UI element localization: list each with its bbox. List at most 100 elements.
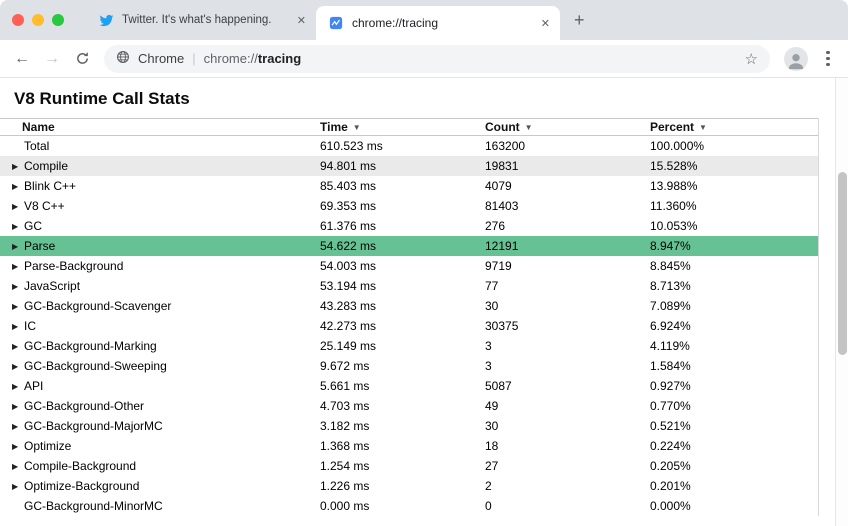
cell-name: IC	[24, 319, 36, 333]
cell-count: 3	[485, 339, 650, 353]
site-name: Chrome	[138, 51, 184, 66]
table-row[interactable]: ▶ Blink C++ 85.403 ms 4079 13.988%	[0, 176, 818, 196]
close-window-button[interactable]	[12, 14, 24, 26]
profile-avatar[interactable]	[784, 47, 808, 71]
cell-time: 5.661 ms	[320, 379, 485, 393]
cell-percent: 0.201%	[650, 479, 818, 493]
table-row[interactable]: Total 610.523 ms 163200 100.000%	[0, 136, 818, 156]
tab-tracing[interactable]: chrome://tracing ✕	[316, 6, 560, 40]
cell-count: 3	[485, 359, 650, 373]
cell-time: 43.283 ms	[320, 299, 485, 313]
table-row[interactable]: ▶ GC-Background-Sweeping 9.672 ms 3 1.58…	[0, 356, 818, 376]
column-header-count[interactable]: Count ▼	[485, 120, 650, 134]
cell-time: 25.149 ms	[320, 339, 485, 353]
expander-icon[interactable]: ▶	[12, 362, 24, 371]
cell-count: 27	[485, 459, 650, 473]
expander-icon[interactable]: ▶	[12, 222, 24, 231]
cell-name: V8 C++	[24, 199, 65, 213]
cell-count: 77	[485, 279, 650, 293]
close-tab-icon[interactable]: ✕	[297, 14, 306, 27]
expander-icon[interactable]: ▶	[12, 282, 24, 291]
cell-percent: 10.053%	[650, 219, 818, 233]
cell-time: 94.801 ms	[320, 159, 485, 173]
close-tab-icon[interactable]: ✕	[541, 17, 550, 30]
expander-icon[interactable]: ▶	[12, 342, 24, 351]
table-row[interactable]: ▶ GC-Background-Other 4.703 ms 49 0.770%	[0, 396, 818, 416]
table-row[interactable]: ▶ GC 61.376 ms 276 10.053%	[0, 216, 818, 236]
back-button[interactable]: ←	[8, 45, 36, 73]
table-row[interactable]: ▶ IC 42.273 ms 30375 6.924%	[0, 316, 818, 336]
expander-icon[interactable]: ▶	[12, 302, 24, 311]
table-row[interactable]: ▶ Compile-Background 1.254 ms 27 0.205%	[0, 456, 818, 476]
expander-icon[interactable]: ▶	[12, 162, 24, 171]
expander-icon[interactable]: ▶	[12, 402, 24, 411]
expander-icon[interactable]: ▶	[12, 322, 24, 331]
cell-time: 54.003 ms	[320, 259, 485, 273]
table-row[interactable]: ▶ Parse-Background 54.003 ms 9719 8.845%	[0, 256, 818, 276]
url-host: tracing	[258, 51, 301, 66]
table-row[interactable]: ▶ Optimize 1.368 ms 18 0.224%	[0, 436, 818, 456]
expander-icon[interactable]: ▶	[12, 202, 24, 211]
page-scrollbar[interactable]	[835, 78, 848, 526]
cell-name: GC-Background-MinorMC	[24, 499, 163, 513]
expander-icon[interactable]: ▶	[12, 262, 24, 271]
tab-strip: Twitter. It's what's happening. ✕ chrome…	[0, 0, 848, 40]
cell-percent: 8.713%	[650, 279, 818, 293]
cell-percent: 0.224%	[650, 439, 818, 453]
cell-name: JavaScript	[24, 279, 80, 293]
address-bar[interactable]: Chrome | chrome://tracing ☆	[104, 45, 770, 73]
cell-percent: 0.205%	[650, 459, 818, 473]
bookmark-star-icon[interactable]: ☆	[745, 50, 758, 68]
cell-percent: 0.927%	[650, 379, 818, 393]
zoom-window-button[interactable]	[52, 14, 64, 26]
table-row[interactable]: ▶ Optimize-Background 1.226 ms 2 0.201%	[0, 476, 818, 496]
browser-toolbar: ← → Chrome | chrome://tracing ☆	[0, 40, 848, 78]
expander-icon[interactable]: ▶	[12, 442, 24, 451]
menu-icon[interactable]	[816, 47, 840, 71]
table-row[interactable]: ▶ GC-Background-Marking 25.149 ms 3 4.11…	[0, 336, 818, 356]
stats-table: Name Time ▼ Count ▼ Percent ▼ Total	[0, 118, 819, 516]
cell-time: 4.703 ms	[320, 399, 485, 413]
column-label: Time	[320, 120, 348, 134]
expander-icon[interactable]: ▶	[12, 242, 24, 251]
cell-percent: 15.528%	[650, 159, 818, 173]
expander-icon[interactable]: ▶	[12, 422, 24, 431]
table-row[interactable]: GC-Background-MinorMC 0.000 ms 0 0.000%	[0, 496, 818, 516]
cell-name: GC-Background-Sweeping	[24, 359, 167, 373]
table-row[interactable]: ▶ Compile 94.801 ms 19831 15.528%	[0, 156, 818, 176]
tab-title: chrome://tracing	[352, 16, 533, 30]
cell-name: Optimize-Background	[24, 479, 139, 493]
cell-name: GC-Background-Other	[24, 399, 144, 413]
table-row[interactable]: ▶ GC-Background-MajorMC 3.182 ms 30 0.52…	[0, 416, 818, 436]
cell-time: 42.273 ms	[320, 319, 485, 333]
window-controls	[12, 0, 64, 40]
cell-percent: 0.770%	[650, 399, 818, 413]
sort-desc-icon: ▼	[525, 123, 533, 132]
expander-icon[interactable]: ▶	[12, 182, 24, 191]
cell-percent: 7.089%	[650, 299, 818, 313]
expander-icon[interactable]: ▶	[12, 462, 24, 471]
cell-percent: 100.000%	[650, 139, 818, 153]
forward-button[interactable]: →	[38, 45, 66, 73]
cell-time: 9.672 ms	[320, 359, 485, 373]
minimize-window-button[interactable]	[32, 14, 44, 26]
cell-percent: 0.000%	[650, 499, 818, 513]
table-row[interactable]: ▶ API 5.661 ms 5087 0.927%	[0, 376, 818, 396]
table-row[interactable]: ▶ Parse 54.622 ms 12191 8.947%	[0, 236, 818, 256]
twitter-icon	[98, 12, 114, 28]
tab-twitter[interactable]: Twitter. It's what's happening. ✕	[86, 0, 316, 40]
column-header-percent[interactable]: Percent ▼	[650, 120, 818, 134]
reload-button[interactable]	[68, 45, 96, 73]
cell-percent: 8.845%	[650, 259, 818, 273]
expander-icon[interactable]: ▶	[12, 382, 24, 391]
globe-icon[interactable]	[116, 50, 130, 67]
cell-count: 19831	[485, 159, 650, 173]
table-row[interactable]: ▶ V8 C++ 69.353 ms 81403 11.360%	[0, 196, 818, 216]
scrollbar-thumb[interactable]	[838, 172, 847, 355]
table-row[interactable]: ▶ GC-Background-Scavenger 43.283 ms 30 7…	[0, 296, 818, 316]
expander-icon[interactable]: ▶	[12, 482, 24, 491]
column-header-time[interactable]: Time ▼	[320, 120, 485, 134]
table-row[interactable]: ▶ JavaScript 53.194 ms 77 8.713%	[0, 276, 818, 296]
cell-name: Blink C++	[24, 179, 76, 193]
new-tab-button[interactable]: +	[560, 0, 599, 40]
